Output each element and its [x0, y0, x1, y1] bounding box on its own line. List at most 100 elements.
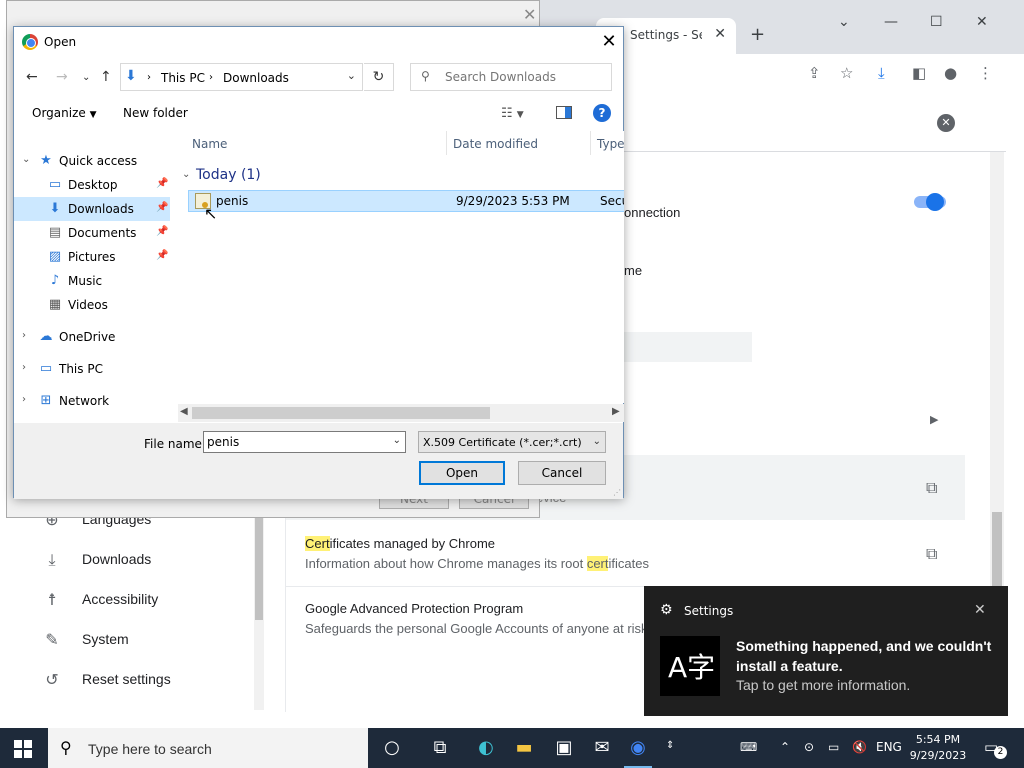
- task-view-icon[interactable]: ⧉: [420, 728, 460, 768]
- network-icon: ⊞: [40, 393, 52, 408]
- column-header-name[interactable]: Name: [192, 137, 227, 151]
- sidebar-scrollbar[interactable]: [254, 500, 264, 710]
- scroll-left-icon[interactable]: ◀: [180, 406, 188, 417]
- nav-item-pictures[interactable]: ▨ Pictures 📌: [14, 245, 170, 269]
- toggle-knob[interactable]: [926, 193, 944, 211]
- sidebar-item-reset-settings[interactable]: ↺ Reset settings: [18, 660, 254, 700]
- horizontal-scrollbar[interactable]: ◀ ▶: [178, 404, 624, 422]
- nav-item-label: This PC: [59, 362, 103, 376]
- breadcrumb-downloads[interactable]: Downloads: [223, 71, 289, 85]
- sidebar-item-system[interactable]: ✎ System: [18, 620, 254, 660]
- meet-now-icon[interactable]: ⊙: [804, 740, 814, 754]
- chevron-down-icon[interactable]: ⌄: [22, 154, 30, 165]
- network-status-icon[interactable]: ▭: [828, 740, 839, 754]
- share-icon[interactable]: ⇪: [808, 64, 821, 82]
- chevron-down-icon[interactable]: ⌄: [182, 169, 190, 180]
- nav-item-quick-access[interactable]: ⌄ ★ Quick access: [14, 149, 170, 173]
- breadcrumb-separator-icon: ›: [209, 72, 213, 83]
- chevron-right-icon[interactable]: ›: [22, 394, 26, 405]
- new-folder-button[interactable]: New folder: [123, 106, 188, 120]
- address-bar[interactable]: ⬇ › This PC › Downloads ⌄: [120, 63, 363, 91]
- nav-item-this-pc[interactable]: › ▭ This PC: [14, 357, 170, 381]
- file-type-select[interactable]: X.509 Certificate (*.cer;*.crt) ⌄: [418, 431, 606, 453]
- show-hidden-icons-icon[interactable]: ⌃: [780, 740, 790, 754]
- certificates-sub-pre: Information about how Chrome manages its…: [305, 556, 587, 571]
- resize-grip-icon[interactable]: ⋰: [613, 488, 621, 497]
- file-row-selected[interactable]: penis 9/29/2023 5:53 PM Secu: [188, 190, 624, 212]
- document-icon: ▤: [48, 225, 62, 240]
- up-arrow-icon[interactable]: ↑: [100, 69, 112, 85]
- system-clock[interactable]: 5:54 PM 9/29/2023: [905, 732, 971, 764]
- command-bar: Organize ▼ New folder ☷ ▼ ?: [14, 99, 623, 129]
- taskbar-scroll-icon[interactable]: ⇕: [666, 740, 674, 751]
- nav-item-documents[interactable]: ▤ Documents 📌: [14, 221, 170, 245]
- file-explorer-icon[interactable]: ▬: [504, 728, 544, 768]
- organize-label: Organize: [32, 106, 86, 120]
- more-menu-icon[interactable]: ⋮: [978, 64, 993, 82]
- chevron-down-icon[interactable]: ⌄: [347, 69, 356, 82]
- nav-item-music[interactable]: ♪ Music: [14, 269, 170, 293]
- open-button[interactable]: Open: [419, 461, 505, 485]
- tab-search-icon[interactable]: ⌄: [838, 14, 850, 30]
- scroll-right-icon[interactable]: ▶: [612, 406, 620, 417]
- sidebar-item-downloads[interactable]: ⤓ Downloads: [18, 540, 254, 580]
- touch-keyboard-icon[interactable]: ⌨: [740, 740, 757, 754]
- input-language[interactable]: ENG: [876, 740, 902, 754]
- group-header-today[interactable]: Today (1): [196, 167, 261, 183]
- close-window-icon[interactable]: ✕: [976, 14, 988, 30]
- mail-icon[interactable]: ✉: [582, 728, 622, 768]
- clear-search-icon[interactable]: ✕: [937, 114, 955, 132]
- breadcrumb-this-pc[interactable]: This PC: [161, 71, 205, 85]
- help-icon[interactable]: ?: [593, 104, 611, 122]
- profile-avatar-icon[interactable]: ●: [944, 64, 957, 82]
- organize-button[interactable]: Organize ▼: [32, 106, 97, 120]
- bookmark-star-icon[interactable]: ☆: [840, 64, 853, 82]
- external-link-icon[interactable]: ⧉: [926, 544, 937, 564]
- side-panel-icon[interactable]: ◧: [912, 64, 926, 82]
- taskbar-search-box[interactable]: ⚲ Type here to search: [48, 728, 368, 768]
- downloads-icon[interactable]: ⤓: [878, 64, 885, 82]
- column-header-type[interactable]: Type: [597, 137, 624, 151]
- nav-item-downloads[interactable]: ⬇ Downloads 📌: [14, 197, 170, 221]
- horizontal-scroll-thumb[interactable]: [192, 407, 490, 419]
- refresh-icon[interactable]: ↻: [364, 63, 394, 91]
- maximize-icon[interactable]: ☐: [930, 14, 943, 30]
- column-header-date-modified[interactable]: Date modified: [453, 137, 538, 151]
- nav-item-network[interactable]: › ⊞ Network: [14, 389, 170, 413]
- back-arrow-icon[interactable]: ←: [26, 69, 38, 85]
- close-icon[interactable]: ✕: [523, 5, 536, 24]
- tab-close-icon[interactable]: ✕: [714, 26, 726, 42]
- chevron-down-icon: ▼: [89, 110, 97, 120]
- close-icon[interactable]: ✕: [974, 602, 986, 618]
- search-input[interactable]: [445, 68, 605, 86]
- volume-muted-icon[interactable]: 🔇: [852, 740, 867, 754]
- forward-arrow-icon[interactable]: →: [56, 69, 68, 85]
- cortana-icon[interactable]: ○: [372, 728, 412, 768]
- microsoft-store-icon[interactable]: ▣: [544, 728, 584, 768]
- cancel-button[interactable]: Cancel: [518, 461, 606, 485]
- sidebar-scroll-thumb[interactable]: [255, 510, 263, 620]
- chevron-down-icon[interactable]: ⌄: [393, 435, 401, 446]
- nav-item-desktop[interactable]: ▭ Desktop 📌: [14, 173, 170, 197]
- file-name-input[interactable]: [207, 434, 385, 450]
- chevron-right-icon[interactable]: ▶: [930, 413, 938, 426]
- chrome-icon[interactable]: ◉: [618, 728, 658, 768]
- preview-pane-icon[interactable]: [556, 106, 572, 119]
- new-tab-icon[interactable]: +: [750, 24, 765, 45]
- chevron-right-icon[interactable]: ›: [22, 330, 26, 341]
- recent-locations-icon[interactable]: ⌄: [82, 72, 90, 83]
- chevron-right-icon[interactable]: ›: [22, 362, 26, 373]
- main-scroll-thumb[interactable]: [992, 512, 1002, 592]
- nav-item-videos[interactable]: ▦ Videos: [14, 293, 170, 317]
- close-icon[interactable]: ✕: [598, 31, 620, 53]
- file-name-combobox[interactable]: ⌄: [203, 431, 406, 453]
- view-options-icon[interactable]: ☷ ▼: [501, 106, 524, 121]
- external-link-icon[interactable]: ⧉: [926, 478, 937, 498]
- sidebar-item-accessibility[interactable]: ☨ Accessibility: [18, 580, 254, 620]
- toast-notification[interactable]: ⚙ Settings ✕ A字 Something happened, and …: [644, 586, 1008, 716]
- edge-icon[interactable]: ◐: [466, 728, 506, 768]
- nav-item-onedrive[interactable]: › ☁ OneDrive: [14, 325, 170, 349]
- start-button[interactable]: [14, 740, 32, 758]
- search-box[interactable]: ⚲: [410, 63, 612, 91]
- minimize-icon[interactable]: —: [884, 14, 898, 30]
